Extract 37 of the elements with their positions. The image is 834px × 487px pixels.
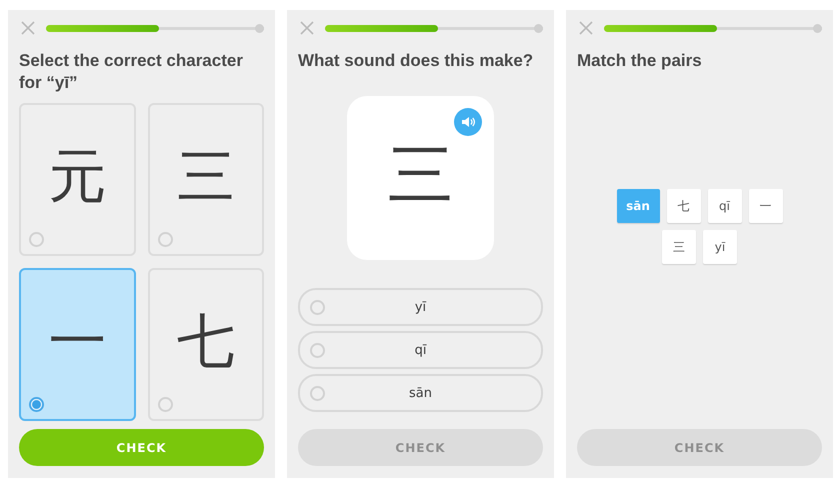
- question-title: Select the correct character for “yī”: [19, 50, 244, 94]
- question-title: What sound does this make?: [298, 50, 534, 72]
- option-label: sān: [409, 386, 432, 400]
- question-title: Match the pairs: [577, 50, 703, 72]
- progress-end-dot: [255, 24, 264, 32]
- choice-card[interactable]: 元: [19, 103, 136, 256]
- choice-card[interactable]: 七: [148, 268, 264, 421]
- radio-button[interactable]: [310, 386, 325, 400]
- character-text: 三: [176, 146, 235, 204]
- choice-card[interactable]: 一: [19, 268, 136, 421]
- radio-button[interactable]: [310, 300, 325, 314]
- radio-button[interactable]: [29, 232, 44, 247]
- radio-button[interactable]: [158, 397, 172, 412]
- speaker-button[interactable]: [454, 108, 482, 136]
- option-label: yī: [414, 300, 426, 314]
- progress-end-dot: [534, 24, 543, 32]
- radio-button[interactable]: [29, 397, 44, 412]
- radio-button[interactable]: [310, 342, 325, 358]
- word-tile[interactable]: 三: [662, 230, 696, 264]
- word-tile[interactable]: 七: [666, 189, 700, 223]
- answer-option[interactable]: qī: [298, 331, 543, 369]
- answer-option[interactable]: sān: [298, 374, 543, 412]
- character-text: 元: [48, 146, 106, 204]
- word-tile[interactable]: yī: [703, 230, 737, 264]
- radio-button[interactable]: [158, 232, 172, 247]
- character-text: 一: [48, 312, 106, 370]
- close-icon[interactable]: [20, 20, 36, 36]
- close-icon[interactable]: [578, 20, 594, 36]
- word-tile[interactable]: 一: [748, 189, 782, 223]
- character-text: 三: [388, 142, 454, 208]
- character-text: 七: [176, 312, 235, 370]
- close-icon[interactable]: [299, 20, 315, 36]
- option-label: qī: [414, 342, 426, 358]
- progress-end-dot: [813, 24, 822, 32]
- answer-option[interactable]: yī: [298, 288, 543, 326]
- word-tile[interactable]: qī: [708, 189, 742, 223]
- choice-card[interactable]: 三: [148, 103, 264, 256]
